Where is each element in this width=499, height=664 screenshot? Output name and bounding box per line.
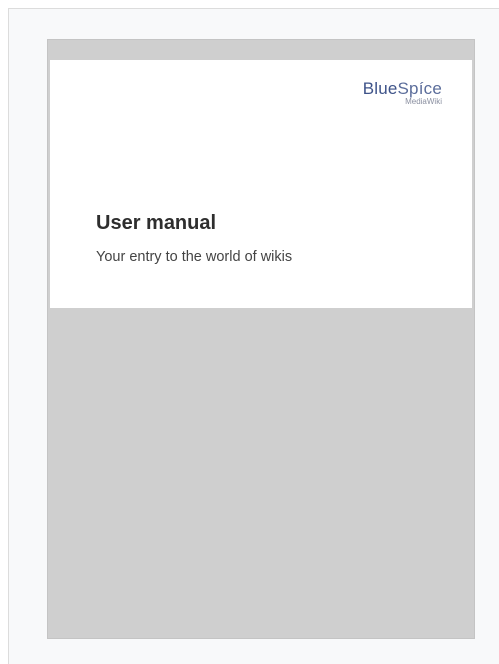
logo-brand-part1: Blue	[362, 79, 398, 98]
logo-brand-part2: Spíce	[397, 79, 442, 98]
page-top-band	[48, 40, 474, 60]
cover-subtitle: Your entry to the world of wikis	[96, 249, 293, 265]
cover-title: User manual	[96, 212, 217, 234]
logo-wordmark: BlueSpíce	[363, 80, 442, 97]
book-cover-page: BlueSpíce MediaWiki User manual Your ent…	[47, 39, 475, 639]
bluespice-logo: BlueSpíce MediaWiki	[363, 80, 442, 106]
cover-panel: BlueSpíce MediaWiki User manual Your ent…	[50, 60, 472, 308]
document-frame: BlueSpíce MediaWiki User manual Your ent…	[8, 8, 499, 664]
logo-subtitle: MediaWiki	[405, 97, 442, 106]
